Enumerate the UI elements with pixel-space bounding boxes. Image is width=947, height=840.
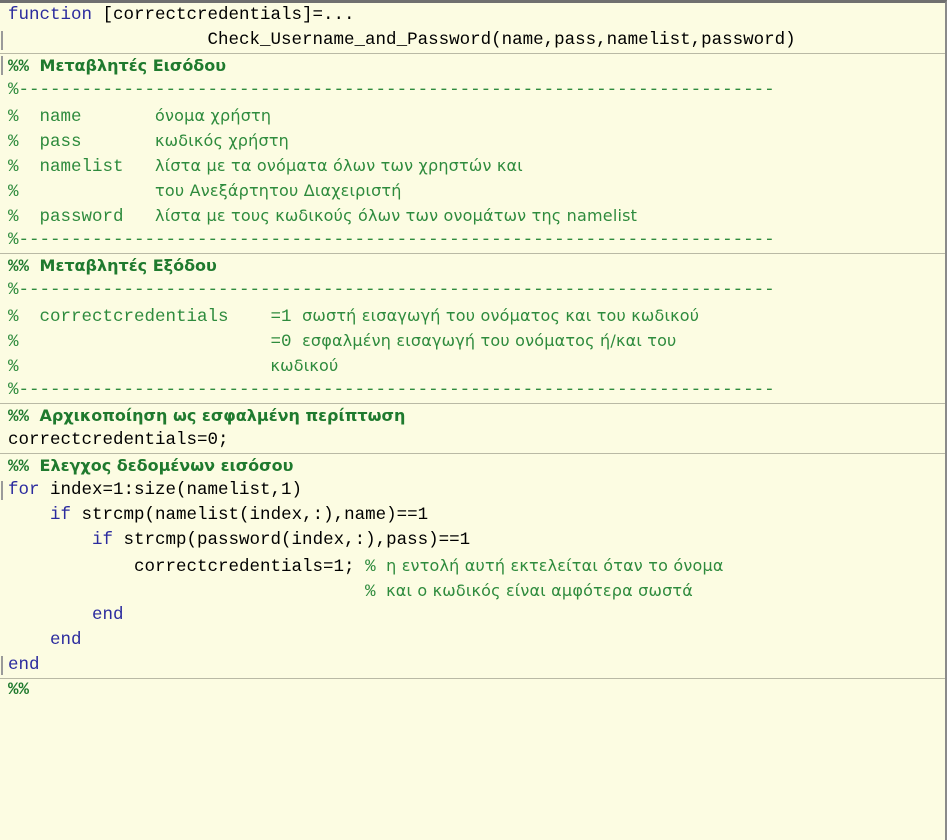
code-token-plain: [correctcredentials]=...	[92, 5, 355, 25]
code-token-cell-mono: %%	[8, 457, 40, 477]
code-token-cmt: και ο κωδικός είναι αμφότερα σωστά	[386, 581, 693, 600]
code-token-cell: Μεταβλητές Εισόδου	[39, 56, 227, 75]
code-line[interactable]: % name όνομα χρήστη	[0, 103, 945, 128]
code-token-cmt-mono: %---------------------------------------…	[8, 80, 775, 100]
code-token-kw: for	[8, 480, 40, 500]
code-line[interactable]: %---------------------------------------…	[0, 278, 945, 303]
code-line[interactable]: Check_Username_and_Password(name,pass,na…	[0, 28, 945, 53]
code-token-cmt: λίστα με τα ονόματα όλων των χρηστών και	[155, 156, 523, 175]
code-token-plain: Check_Username_and_Password(name,pass,na…	[8, 30, 796, 50]
code-token-cmt-mono: %	[8, 582, 387, 602]
code-token-cmt: εσφαλμένη εισαγωγή του ονόματος ή/και το…	[302, 331, 677, 350]
code-token-kw: if	[92, 530, 114, 550]
code-line[interactable]: % κωδικού	[0, 353, 945, 378]
code-token-plain: strcmp(password(index,:),pass)==1	[113, 530, 471, 550]
code-token-cmt-mono: % =0	[8, 332, 303, 352]
code-body[interactable]: function [correctcredentials]=... Check_…	[0, 3, 945, 703]
code-token-plain: strcmp(namelist(index,:),name)==1	[71, 505, 429, 525]
code-token-cmt: κωδικού	[270, 356, 339, 375]
fold-marker-icon[interactable]	[1, 656, 3, 675]
code-token-cmt: όνομα χρήστη	[155, 106, 272, 125]
code-line[interactable]: function [correctcredentials]=...	[0, 3, 945, 28]
code-token-cmt-mono: % password	[8, 207, 156, 227]
code-line[interactable]: end	[0, 603, 945, 628]
code-token-plain: correctcredentials=1;	[8, 557, 366, 577]
code-token-cmt: κωδικός χρήστη	[155, 131, 290, 150]
code-line[interactable]: % =0 εσφαλμένη εισαγωγή του ονόματος ή/κ…	[0, 328, 945, 353]
code-token-plain: correctcredentials=0;	[8, 430, 229, 450]
code-line[interactable]: % του Ανεξάρτητου Διαχειριστή	[0, 178, 945, 203]
code-token-kw: if	[50, 505, 72, 525]
code-line[interactable]: % pass κωδικός χρήστη	[0, 128, 945, 153]
code-token-cell-mono: %%	[8, 257, 40, 277]
code-token-cmt-mono: % pass	[8, 132, 156, 152]
code-token-cmt: του Ανεξάρτητου Διαχειριστή	[155, 181, 402, 200]
matlab-code-editor[interactable]: function [correctcredentials]=... Check_…	[0, 0, 947, 840]
code-token-cmt-mono: % namelist	[8, 157, 156, 177]
code-line[interactable]: end	[0, 653, 945, 678]
code-token-kw: end	[50, 630, 82, 650]
code-line[interactable]: % correctcredentials =1 σωστή εισαγωγή τ…	[0, 303, 945, 328]
code-token-cmt: σωστή εισαγωγή του ονόματος και του κωδι…	[302, 306, 700, 325]
code-line[interactable]: %---------------------------------------…	[0, 378, 945, 403]
code-token-cell-mono: %%	[8, 680, 30, 700]
code-line[interactable]: correctcredentials=0;	[0, 428, 945, 453]
code-token-cell: Ελεγχος δεδομένων εισόσου	[39, 456, 294, 475]
code-token-cell-mono: %%	[8, 57, 40, 77]
code-token-cmt-mono: % name	[8, 107, 156, 127]
code-token-cmt-mono: % correctcredentials =1	[8, 307, 303, 327]
code-token-cell: Μεταβλητές Εξόδου	[39, 256, 217, 275]
code-line[interactable]: %---------------------------------------…	[0, 78, 945, 103]
code-line[interactable]: %% Μεταβλητές Εξόδου	[0, 253, 945, 278]
code-token-cmt-mono: %	[8, 357, 271, 377]
code-line[interactable]: %%	[0, 678, 945, 703]
code-token-cmt: η εντολή αυτή εκτελείται όταν το όνομα	[386, 556, 724, 575]
code-token-cmt-mono: %	[8, 182, 156, 202]
fold-marker-icon[interactable]	[1, 56, 3, 75]
code-line[interactable]: % namelist λίστα με τα ονόματα όλων των …	[0, 153, 945, 178]
code-token-cmt-mono: %---------------------------------------…	[8, 280, 775, 300]
code-line[interactable]: %% Αρχικοποίηση ως εσφαλμένη περίπτωση	[0, 403, 945, 428]
code-line[interactable]: %% Ελεγχος δεδομένων εισόσου	[0, 453, 945, 478]
code-token-kw: end	[8, 655, 40, 675]
code-token-kw: function	[8, 5, 93, 25]
code-line[interactable]: correctcredentials=1; % η εντολή αυτή εκ…	[0, 553, 945, 578]
code-token-plain: index=1:size(namelist,1)	[39, 480, 303, 500]
code-token-cell: Αρχικοποίηση ως εσφαλμένη περίπτωση	[39, 406, 406, 425]
code-line[interactable]: if strcmp(namelist(index,:),name)==1	[0, 503, 945, 528]
code-token-cmt-mono: %---------------------------------------…	[8, 230, 775, 250]
code-line[interactable]: end	[0, 628, 945, 653]
code-token-cell-mono: %%	[8, 407, 40, 427]
code-line[interactable]: % password λίστα με τους κωδικούς όλων τ…	[0, 203, 945, 228]
code-line[interactable]: %---------------------------------------…	[0, 228, 945, 253]
code-line[interactable]: if strcmp(password(index,:),pass)==1	[0, 528, 945, 553]
code-token-cmt: λίστα με τους κωδικούς όλων των ονομάτων…	[155, 206, 638, 225]
code-token-cmt-mono: %---------------------------------------…	[8, 380, 775, 400]
code-line[interactable]: % και ο κωδικός είναι αμφότερα σωστά	[0, 578, 945, 603]
code-line[interactable]: for index=1:size(namelist,1)	[0, 478, 945, 503]
code-token-kw: end	[92, 605, 124, 625]
fold-marker-icon[interactable]	[1, 481, 3, 500]
fold-marker-icon[interactable]	[1, 31, 3, 50]
code-token-cmt-mono: %	[365, 557, 387, 577]
code-line[interactable]: %% Μεταβλητές Εισόδου	[0, 53, 945, 78]
